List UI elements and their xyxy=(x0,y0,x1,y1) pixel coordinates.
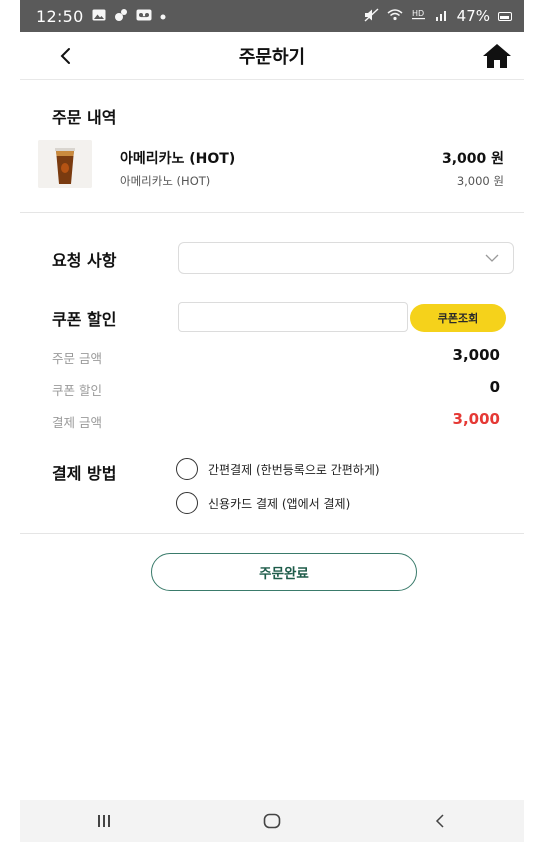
payment-option-simple[interactable]: 간편결제 (한번등록으로 간편하게) xyxy=(176,458,380,480)
back-arrow-icon xyxy=(60,48,70,64)
payment-amount-label: 결제 금액 xyxy=(52,415,102,430)
payment-amount-value: 3,000 xyxy=(452,410,500,428)
app-icon xyxy=(114,8,128,25)
item-price: 3,000 원 xyxy=(441,151,504,167)
order-amount-label: 주문 금액 xyxy=(52,351,102,366)
radio-button[interactable] xyxy=(176,492,198,514)
coupon-lookup-button[interactable]: 쿠폰조회 xyxy=(410,304,506,332)
coupon-discount-value: 0 xyxy=(489,378,500,396)
order-complete-button[interactable]: 주문완료 xyxy=(151,553,417,591)
section-divider xyxy=(20,533,524,534)
app-header: 주문하기 xyxy=(20,32,524,80)
request-select[interactable] xyxy=(178,242,514,274)
coupon-label: 쿠폰 할인 xyxy=(52,310,117,329)
payment-option-label: 신용카드 결제 (앱에서 결제) xyxy=(208,496,351,511)
back-nav-button[interactable] xyxy=(410,803,470,839)
item-sub-price: 3,000 원 xyxy=(456,174,504,188)
item-name: 아메리카노 (HOT) xyxy=(120,151,236,167)
svg-text:HD: HD xyxy=(412,9,424,18)
battery-text: 47% xyxy=(456,7,490,25)
chevron-down-icon xyxy=(485,254,499,262)
order-amount-value: 3,000 xyxy=(452,346,500,364)
voicemail-icon xyxy=(136,9,152,24)
back-button[interactable] xyxy=(52,42,80,70)
home-nav-button[interactable] xyxy=(242,803,302,839)
coupon-input[interactable] xyxy=(178,302,408,332)
home-button[interactable] xyxy=(480,40,514,72)
home-circle-icon xyxy=(263,813,281,829)
status-time: 12:50 xyxy=(36,6,84,26)
gallery-icon xyxy=(92,9,106,24)
status-left: 12:50 xyxy=(36,7,166,26)
payment-option-credit-card[interactable]: 신용카드 결제 (앱에서 결제) xyxy=(176,492,350,514)
wifi-icon xyxy=(387,8,403,24)
payment-method-label: 결제 방법 xyxy=(52,464,117,483)
coupon-discount-label: 쿠폰 할인 xyxy=(52,383,102,398)
request-label: 요청 사항 xyxy=(52,251,117,270)
system-nav-bar xyxy=(20,800,524,842)
section-divider xyxy=(20,212,524,213)
hd-icon: HD xyxy=(411,8,427,24)
home-icon xyxy=(483,44,511,68)
order-section-title: 주문 내역 xyxy=(52,108,117,127)
dot-icon xyxy=(160,9,166,23)
recent-apps-icon xyxy=(98,815,110,827)
mute-icon xyxy=(364,7,379,25)
recent-apps-button[interactable] xyxy=(74,803,134,839)
item-thumbnail xyxy=(38,140,92,188)
battery-icon xyxy=(498,11,512,21)
signal-icon xyxy=(435,9,449,24)
page-title: 주문하기 xyxy=(238,46,306,68)
radio-button[interactable] xyxy=(176,458,198,480)
back-chevron-icon xyxy=(435,814,444,828)
payment-option-label: 간편결제 (한번등록으로 간편하게) xyxy=(208,462,380,477)
status-bar: 12:50 HD 47% xyxy=(20,0,524,32)
status-right: HD 47% xyxy=(364,7,512,25)
item-sub-name: 아메리카노 (HOT) xyxy=(120,174,211,188)
